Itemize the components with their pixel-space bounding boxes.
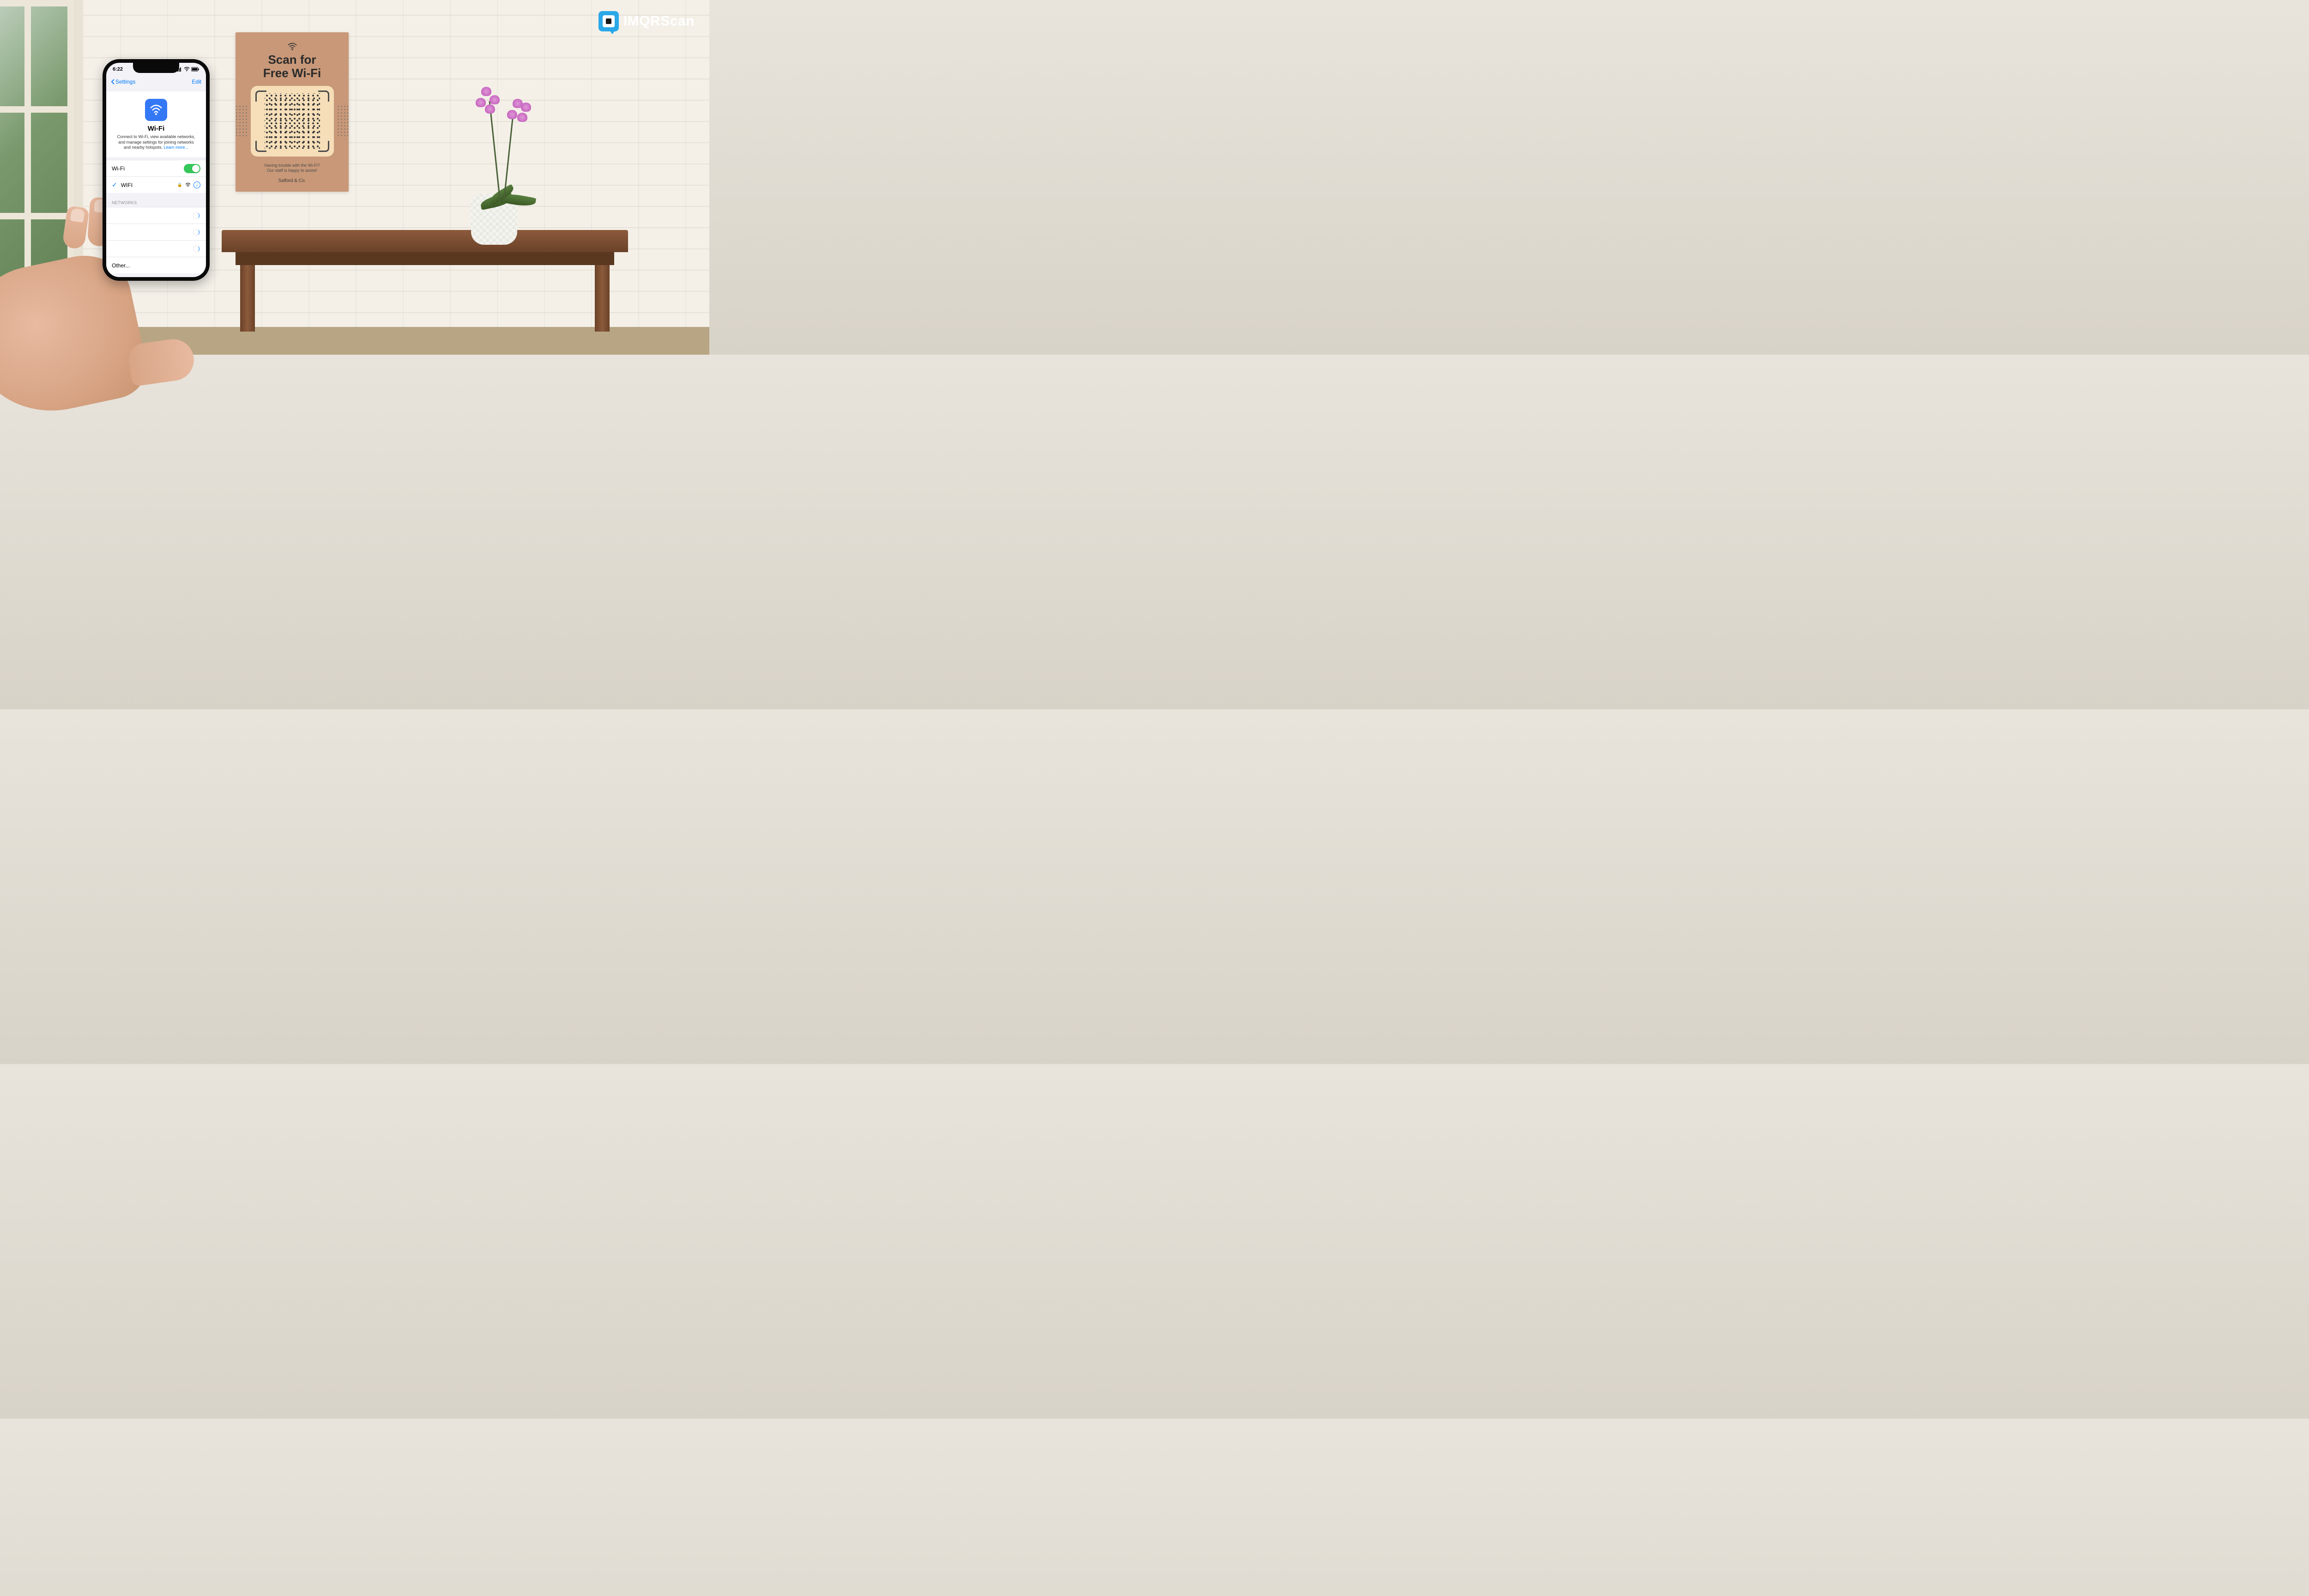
network-loading-row (106, 224, 206, 240)
back-button[interactable]: Settings (111, 79, 135, 85)
wifi-icon (286, 42, 298, 50)
check-icon: ✓ (112, 181, 117, 189)
lock-icon: 🔒 (177, 182, 182, 187)
spinner-icon (193, 229, 199, 236)
spinner-icon (193, 246, 199, 252)
battery-icon (191, 67, 199, 72)
other-network-row[interactable]: Other... (106, 257, 206, 273)
wifi-status-icon (184, 67, 190, 72)
wifi-header-section: Wi-Fi Connect to Wi-Fi, view available n… (106, 91, 206, 157)
orchid-plant (462, 73, 545, 202)
brand-logo: IMQRScan (598, 11, 695, 31)
wifi-toggle[interactable] (184, 164, 200, 173)
spinner-icon (193, 212, 199, 219)
edit-button[interactable]: Edit (192, 79, 201, 85)
info-icon[interactable]: i (193, 181, 200, 188)
status-time: 6:22 (113, 66, 123, 72)
learn-more-link[interactable]: Learn more... (164, 145, 189, 150)
wifi-toggle-label: Wi-Fi (112, 165, 125, 172)
brand-name: IMQRScan (623, 13, 695, 29)
wifi-poster: Scan for Free Wi-Fi Having trouble with … (236, 32, 349, 192)
wifi-app-icon (145, 99, 167, 121)
chevron-left-icon (111, 79, 115, 85)
networks-section-header: NETWORKS (106, 193, 206, 207)
wifi-description: Connect to Wi-Fi, view available network… (112, 134, 200, 151)
phone-screen: 6:22 Settings Edit (106, 63, 206, 277)
network-loading-row (106, 207, 206, 224)
phone-notch (133, 63, 179, 73)
qr-code (251, 86, 334, 157)
poster-title: Scan for Free Wi-Fi (263, 53, 321, 79)
network-loading-row (106, 240, 206, 257)
wifi-signal-icon (185, 183, 191, 187)
wifi-title: Wi-Fi (112, 125, 200, 133)
poster-subtext: Having trouble with the Wi-Fi? Our staff… (264, 163, 320, 174)
connected-network-row[interactable]: ✓ WIFI 🔒 i (106, 176, 206, 193)
nav-bar: Settings Edit (106, 76, 206, 88)
phone: 6:22 Settings Edit (103, 59, 210, 281)
wifi-toggle-row: Wi-Fi (106, 160, 206, 176)
brand-icon (598, 11, 619, 31)
wooden-table (222, 230, 628, 332)
network-name: WIFI (121, 182, 133, 188)
poster-company: Salford & Co. (278, 178, 306, 183)
